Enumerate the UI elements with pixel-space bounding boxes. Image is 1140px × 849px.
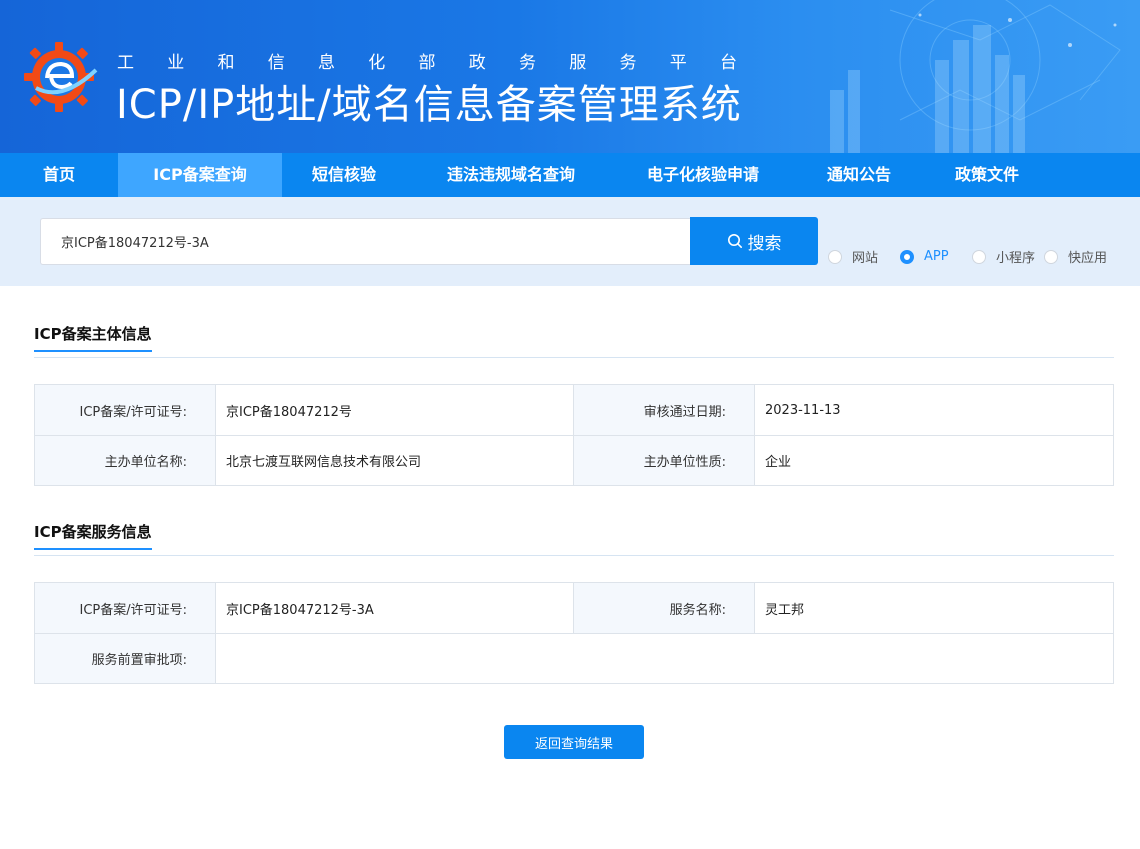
- search-button[interactable]: 搜索: [690, 217, 818, 265]
- service-name-value: 灵工邦: [765, 602, 805, 618]
- table-row: ICP备案/许可证号: 京ICP备18047212号-3A 服务名称: 灵工邦: [35, 583, 1113, 633]
- query-type-radio-group: 网站 APP 小程序 快应用: [828, 247, 1111, 266]
- pre-approval-label: 服务前置审批项:: [35, 634, 216, 683]
- license-label: ICP备案/许可证号:: [35, 385, 216, 435]
- org-name-label: 主办单位名称:: [35, 436, 216, 485]
- nav-item-notices[interactable]: 通知公告: [790, 153, 928, 197]
- section-divider: [34, 357, 1114, 358]
- section-divider: [34, 555, 1114, 556]
- gear-e-logo-icon: [24, 42, 98, 112]
- search-icon: [727, 234, 742, 248]
- header-banner: 工 业 和 信 息 化 部 政 务 服 务 平 台 ICP/IP地址/域名信息备…: [0, 0, 1140, 153]
- radio-mini-program[interactable]: 小程序: [972, 247, 1040, 266]
- table-row: 服务前置审批项:: [35, 633, 1113, 683]
- radio-dot: [900, 249, 914, 264]
- org-type-label: 主办单位性质:: [574, 436, 755, 485]
- main-nav: 首页 ICP备案查询 短信核验 违法违规域名查询 电子化核验申请 通知公告 政策…: [0, 153, 1140, 197]
- pre-approval-value: [216, 634, 1113, 683]
- radio-dot: [828, 249, 842, 264]
- search-input[interactable]: [40, 218, 691, 265]
- radio-dot: [972, 249, 986, 264]
- approval-date-label: 审核通过日期:: [574, 385, 755, 435]
- radio-dot: [1044, 249, 1058, 264]
- nav-item-sms-verify[interactable]: 短信核验: [282, 153, 406, 197]
- service-info-table: ICP备案/许可证号: 京ICP备18047212号-3A 服务名称: 灵工邦 …: [34, 582, 1114, 684]
- radio-quick-app[interactable]: 快应用: [1044, 247, 1107, 266]
- table-row: 主办单位名称: 北京七渡互联网信息技术有限公司 主办单位性质: 企业: [35, 435, 1113, 485]
- org-type-value: 企业: [765, 455, 792, 470]
- nav-item-icp-query[interactable]: ICP备案查询: [118, 153, 282, 197]
- service-name-label: 服务名称:: [574, 583, 755, 633]
- page-title: ICP/IP地址/域名信息备案管理系统: [116, 82, 742, 128]
- service-license-label: ICP备案/许可证号:: [35, 583, 216, 633]
- table-row: ICP备案/许可证号: 京ICP备18047212号 审核通过日期: 2023-…: [35, 385, 1113, 435]
- entity-section-title: ICP备案主体信息: [34, 323, 152, 352]
- license-value: 京ICP备18047212号: [216, 385, 574, 435]
- nav-item-illegal-domain-query[interactable]: 违法违规域名查询: [406, 153, 616, 197]
- radio-website[interactable]: 网站: [828, 247, 896, 266]
- nav-item-e-verify-apply[interactable]: 电子化核验申请: [616, 153, 790, 197]
- service-license-value: 京ICP备18047212号-3A: [216, 583, 574, 633]
- entity-info-table: ICP备案/许可证号: 京ICP备18047212号 审核通过日期: 2023-…: [34, 384, 1114, 486]
- approval-date-value: 2023-11-13: [765, 402, 841, 418]
- org-name-value: 北京七渡互联网信息技术有限公司: [216, 436, 574, 485]
- radio-app[interactable]: APP: [900, 249, 968, 264]
- nav-item-home[interactable]: 首页: [0, 153, 118, 197]
- nav-item-policy-docs[interactable]: 政策文件: [928, 153, 1046, 197]
- search-band: 搜索 网站 APP 小程序 快应用: [0, 197, 1140, 286]
- city-skyline-decoration: [830, 0, 1121, 153]
- header-subtitle: 工 业 和 信 息 化 部 政 务 服 务 平 台: [117, 53, 737, 73]
- service-section-title: ICP备案服务信息: [34, 521, 152, 550]
- back-to-results-button[interactable]: 返回查询结果: [504, 725, 644, 759]
- search-button-label: 搜索: [747, 233, 782, 254]
